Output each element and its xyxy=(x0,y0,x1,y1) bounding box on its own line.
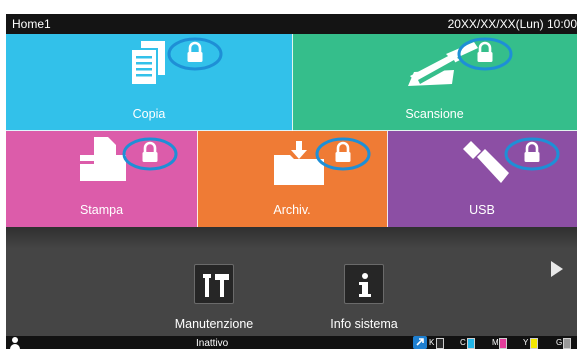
system-info-label: Info sistema xyxy=(330,317,398,331)
info-icon xyxy=(344,264,384,304)
print-label: Stampa xyxy=(79,203,124,217)
lock-icon xyxy=(504,137,560,171)
tile-divider xyxy=(292,34,293,131)
system-info-button[interactable]: Info sistema xyxy=(314,264,414,331)
tile-divider xyxy=(197,131,198,227)
status-bar: Inattivo K C M Y G xyxy=(6,336,577,349)
triangle-right-icon[interactable] xyxy=(549,259,565,279)
date-time: 20XX/XX/XX(Lun) 10:00 xyxy=(447,17,577,31)
usb-tile[interactable]: USB xyxy=(387,131,577,227)
user-icon[interactable] xyxy=(10,337,20,349)
lock-icon xyxy=(167,37,223,71)
tools-icon xyxy=(194,264,234,304)
scan-tile[interactable]: Scansione xyxy=(292,34,577,131)
tile-divider xyxy=(387,131,388,227)
lower-panel: Manutenzione Info sistema xyxy=(6,227,577,336)
lock-icon xyxy=(122,137,178,171)
lock-icon xyxy=(457,37,513,71)
lock-icon xyxy=(315,137,371,171)
screen-title: Home1 xyxy=(12,17,51,31)
maintenance-label: Manutenzione xyxy=(174,317,254,331)
maintenance-button[interactable]: Manutenzione xyxy=(164,264,264,331)
top-bar: Home1 20XX/XX/XX(Lun) 10:00 xyxy=(6,14,577,34)
scan-label: Scansione xyxy=(405,107,464,121)
copy-tile[interactable]: Copia xyxy=(6,34,292,131)
status-text: Inattivo xyxy=(196,338,229,349)
archive-tile[interactable]: Archiv. xyxy=(197,131,387,227)
print-tile[interactable]: Stampa xyxy=(6,131,197,227)
link-icon xyxy=(413,336,427,349)
usb-label: USB xyxy=(469,203,495,217)
archive-label: Archiv. xyxy=(273,203,311,217)
home-screen: Home1 20XX/XX/XX(Lun) 10:00 Copia Scansi… xyxy=(6,14,577,349)
document-stack-icon xyxy=(130,41,165,86)
copy-label: Copia xyxy=(132,107,166,121)
